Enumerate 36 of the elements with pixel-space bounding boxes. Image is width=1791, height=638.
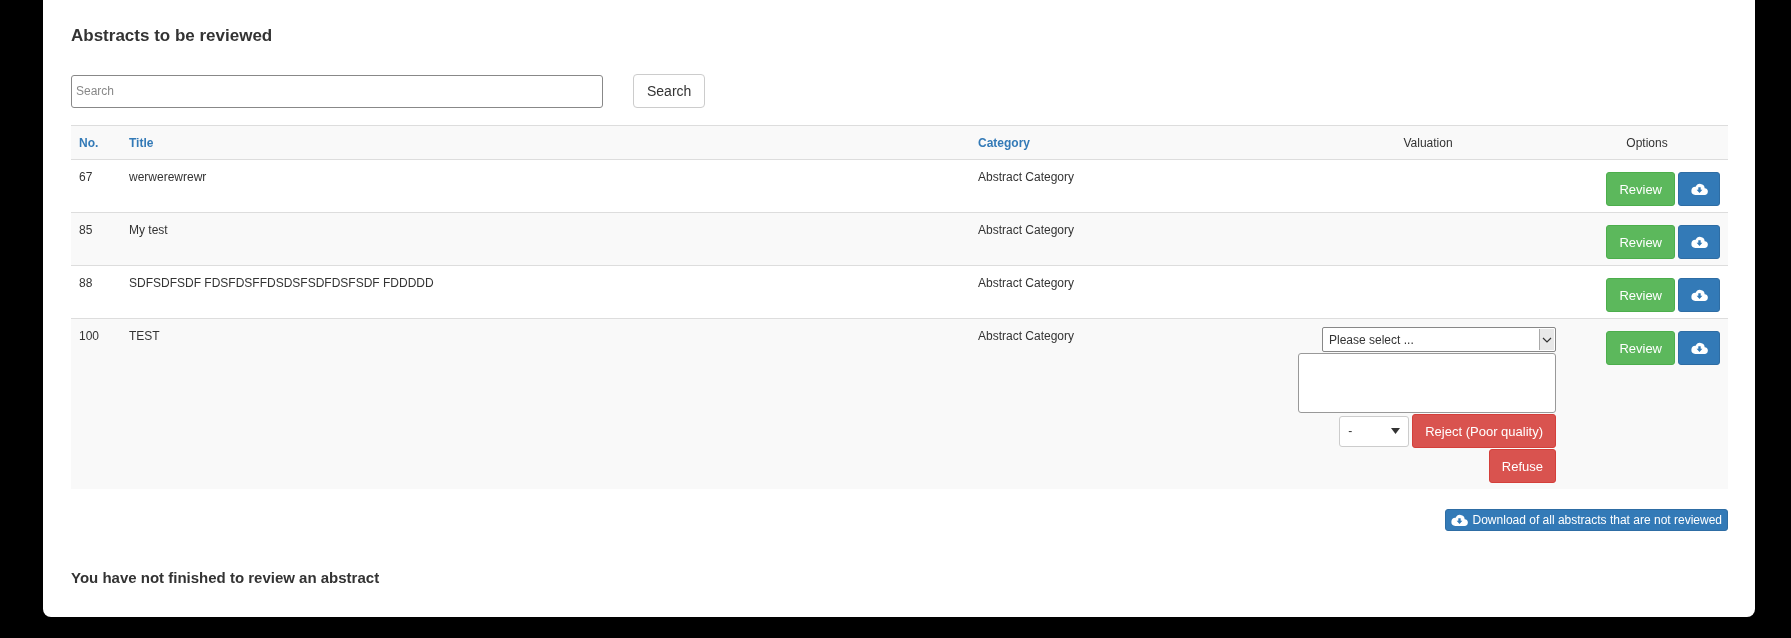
- column-header[interactable]: No.: [71, 125, 121, 160]
- review-button[interactable]: Review: [1606, 331, 1675, 365]
- download-button[interactable]: [1678, 225, 1720, 259]
- cloud-download-icon: [1450, 514, 1468, 526]
- table-cell: Abstract Category: [970, 212, 1290, 266]
- rating-dropdown[interactable]: Please select ...: [1322, 327, 1556, 352]
- download-button[interactable]: [1678, 278, 1720, 312]
- grade-dropdown[interactable]: -: [1339, 415, 1410, 447]
- review-button[interactable]: Review: [1606, 278, 1675, 312]
- chevron-icon: [1539, 329, 1554, 350]
- column-header[interactable]: Category: [970, 125, 1290, 160]
- table-cell: 85: [71, 212, 121, 266]
- comment-field[interactable]: [1298, 353, 1556, 413]
- reject-button[interactable]: Reject (Poor quality): [1412, 414, 1556, 448]
- table-cell: My test: [121, 212, 970, 266]
- cloud-download-icon: [1690, 183, 1708, 195]
- refuse-button[interactable]: Refuse: [1488, 449, 1556, 483]
- download-button[interactable]: [1678, 172, 1720, 206]
- column-header[interactable]: Title: [121, 125, 970, 160]
- review-button[interactable]: Review: [1606, 172, 1675, 206]
- table-cell: Abstract Category: [970, 318, 1290, 489]
- review-button[interactable]: Review: [1606, 225, 1675, 259]
- column-header: Valuation: [1290, 125, 1566, 160]
- table-cell: 100: [71, 318, 121, 489]
- table-cell: TEST: [121, 318, 970, 489]
- search-field[interactable]: Search: [71, 74, 603, 108]
- download-all-button[interactable]: Download of all abstracts that are not reviewed: [1444, 509, 1728, 531]
- caret-icon: [1391, 428, 1401, 434]
- cloud-download-icon: [1690, 342, 1708, 354]
- download-button[interactable]: [1678, 331, 1720, 365]
- cloud-download-icon: [1690, 236, 1708, 248]
- page-heading: Abstracts to be reviewed: [71, 26, 274, 46]
- column-header: Options: [1566, 125, 1728, 160]
- status-message: You have not finished to review an abstract: [71, 569, 381, 586]
- search-button[interactable]: Search: [633, 74, 706, 108]
- cloud-download-icon: [1690, 289, 1708, 301]
